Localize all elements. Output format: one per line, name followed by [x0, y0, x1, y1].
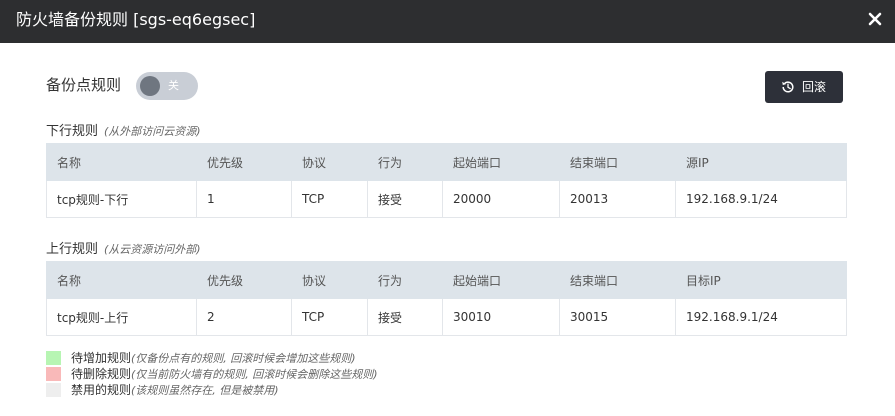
history-icon: [782, 81, 794, 93]
legend-note: (仅备份点有的规则, 回滚时候会增加这些规则): [131, 352, 356, 365]
table-cell: 20013: [559, 180, 676, 218]
rollback-button-label: 回滚: [802, 80, 827, 94]
column-header: 行为: [367, 261, 443, 299]
table-row: tcp规则-上行 2 TCP 接受 30010 30015 192.168.9.…: [46, 298, 847, 336]
outbound-title: 上行规则: [46, 242, 99, 257]
table-cell: tcp规则-下行: [46, 180, 197, 218]
table-header-row: 名称 优先级 协议 行为 起始端口 结束端口 目标IP: [46, 261, 847, 299]
column-header: 优先级: [196, 143, 292, 181]
outbound-subtitle: (从云资源访问外部): [104, 243, 201, 256]
table-cell: 2: [196, 298, 292, 336]
column-header: 协议: [291, 143, 368, 181]
table-cell: 192.168.9.1/24: [675, 180, 847, 218]
table-row: tcp规则-下行 1 TCP 接受 20000 20013 192.168.9.…: [46, 180, 847, 218]
column-header: 起始端口: [442, 261, 560, 299]
column-header: 行为: [367, 143, 443, 181]
dialog-titlebar: 防火墙备份规则 [sgs-eq6egsec]: [0, 0, 895, 43]
inbound-section-title: 下行规则 (从外部访问云资源): [46, 120, 201, 141]
rollback-button[interactable]: 回滚: [765, 71, 843, 103]
column-header: 目标IP: [675, 261, 847, 299]
table-cell: tcp规则-上行: [46, 298, 197, 336]
column-header: 起始端口: [442, 143, 560, 181]
legend-swatch: [46, 351, 61, 365]
close-icon[interactable]: [867, 11, 883, 27]
legend-label: 待增加规则: [71, 351, 132, 365]
table-cell: 接受: [367, 298, 443, 336]
dialog-title: 防火墙备份规则 [sgs-eq6egsec]: [16, 10, 256, 29]
outbound-section-title: 上行规则 (从云资源访问外部): [46, 238, 201, 259]
backup-point-toggle[interactable]: 关: [136, 72, 198, 100]
table-header-row: 名称 优先级 协议 行为 起始端口 结束端口 源IP: [46, 143, 847, 181]
table-cell: 20000: [442, 180, 560, 218]
table-cell: TCP: [291, 298, 368, 336]
legend-text: 待增加规则(仅备份点有的规则, 回滚时候会增加这些规则): [71, 350, 356, 367]
column-header: 结束端口: [559, 143, 676, 181]
column-header: 名称: [46, 261, 197, 299]
outbound-rules-table: 名称 优先级 协议 行为 起始端口 结束端口 目标IP tcp规则-上行 2 T…: [46, 261, 847, 336]
inbound-rules-table: 名称 优先级 协议 行为 起始端口 结束端口 源IP tcp规则-下行 1 TC…: [46, 143, 847, 218]
table-cell: 接受: [367, 180, 443, 218]
legend-swatch: [46, 383, 61, 397]
legend-label: 禁用的规则: [71, 383, 132, 397]
toggle-state-text: 关: [168, 79, 179, 92]
column-header: 协议: [291, 261, 368, 299]
legend-text: 待删除规则(仅当前防火墙有的规则, 回滚时候会删除这些规则): [71, 366, 378, 383]
legend-label: 待删除规则: [71, 367, 132, 381]
inbound-title: 下行规则: [46, 124, 99, 139]
column-header: 名称: [46, 143, 197, 181]
inbound-subtitle: (从外部访问云资源): [104, 125, 201, 138]
table-cell: 30015: [559, 298, 676, 336]
toggle-knob: [140, 76, 160, 96]
legend-note: (仅当前防火墙有的规则, 回滚时候会删除这些规则): [131, 368, 378, 381]
backup-point-label: 备份点规则: [46, 76, 122, 94]
legend-note: (该规则虽然存在, 但是被禁用): [131, 384, 279, 397]
legend-swatch: [46, 367, 61, 381]
table-cell: 1: [196, 180, 292, 218]
legend-text: 禁用的规则(该规则虽然存在, 但是被禁用): [71, 382, 279, 399]
table-cell: 192.168.9.1/24: [675, 298, 847, 336]
column-header: 优先级: [196, 261, 292, 299]
table-cell: 30010: [442, 298, 560, 336]
column-header: 源IP: [675, 143, 847, 181]
column-header: 结束端口: [559, 261, 676, 299]
table-cell: TCP: [291, 180, 368, 218]
